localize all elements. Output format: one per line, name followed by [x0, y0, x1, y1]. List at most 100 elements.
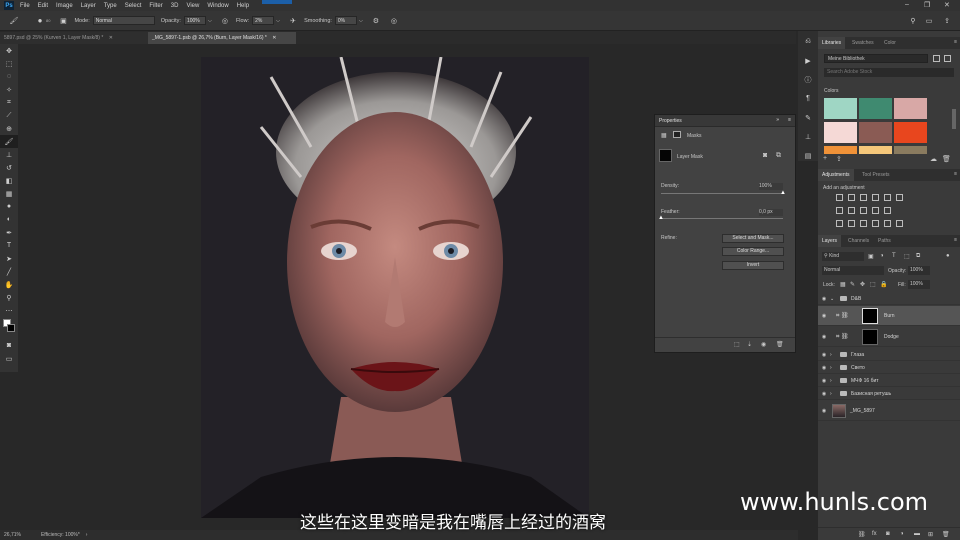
new-adjustment-icon[interactable]: ◑: [900, 531, 904, 537]
feather-input[interactable]: 0,0 px: [759, 209, 783, 216]
adjustment-preset-icon[interactable]: [836, 207, 843, 214]
layer-group-fs[interactable]: ◉ › МЧФ 16 бит: [818, 375, 960, 387]
layer-dodge[interactable]: ◉ ⌗ ⛓ Dodge: [818, 327, 960, 347]
filter-shape-icon[interactable]: ⬚: [904, 253, 910, 260]
eye-icon[interactable]: ◉: [818, 378, 830, 384]
filter-pixel-icon[interactable]: ▣: [868, 253, 874, 260]
brush-settings-icon[interactable]: ✎: [798, 111, 818, 124]
filter-adjustment-icon[interactable]: ◑: [880, 253, 884, 259]
libraries-scrollbar[interactable]: [952, 109, 956, 129]
eye-icon[interactable]: ◉: [818, 313, 830, 319]
brush-preset-icon[interactable]: ●: [34, 16, 46, 25]
edit-toolbar-icon[interactable]: ⋯: [0, 304, 18, 317]
tab-layers[interactable]: Layers: [818, 235, 842, 247]
panel-menu-icon[interactable]: ≡: [788, 117, 791, 123]
mode-select[interactable]: Normal: [92, 16, 155, 25]
path-selection-tool-icon[interactable]: ➤: [0, 252, 18, 265]
adjustment-preset-icon[interactable]: [860, 194, 867, 201]
search-icon[interactable]: ⚲: [908, 17, 918, 25]
feather-slider-handle[interactable]: ▲: [658, 215, 664, 221]
layer-group-db[interactable]: ◉ ⌄ D&B: [818, 293, 960, 305]
eye-icon[interactable]: ◉: [818, 352, 830, 358]
magic-wand-tool-icon[interactable]: ✧: [0, 83, 18, 96]
adjustment-preset-icon[interactable]: [896, 194, 903, 201]
menu-view[interactable]: View: [186, 3, 199, 9]
color-swatch[interactable]: [859, 98, 892, 119]
menu-layer[interactable]: Layer: [81, 3, 96, 9]
mask-pixel-icon[interactable]: ▦: [661, 132, 667, 139]
tab-color[interactable]: Color: [880, 37, 900, 49]
info-icon[interactable]: ⓘ: [798, 73, 818, 86]
adjustment-preset-icon[interactable]: [848, 207, 855, 214]
screen-mode-icon[interactable]: ▭: [0, 352, 18, 365]
color-swatch[interactable]: [824, 122, 857, 143]
filter-toggle-icon[interactable]: ●: [946, 253, 950, 259]
menu-edit[interactable]: Edit: [38, 3, 48, 9]
brush-tool-icon[interactable]: 🖌: [8, 17, 20, 25]
status-menu-icon[interactable]: ›: [86, 532, 88, 538]
list-view-icon[interactable]: [944, 55, 951, 62]
eraser-tool-icon[interactable]: ◧: [0, 174, 18, 187]
adjustment-preset-icon[interactable]: [896, 220, 903, 227]
layers-menu-icon[interactable]: ≡: [954, 237, 957, 243]
adjustment-preset-icon[interactable]: [872, 220, 879, 227]
invert-button[interactable]: Invert: [722, 261, 784, 270]
apply-mask-icon[interactable]: ◙: [763, 152, 767, 159]
adjustment-preset-icon[interactable]: [860, 220, 867, 227]
gear-icon[interactable]: ⚙: [371, 17, 381, 25]
lock-artboard-icon[interactable]: ⬚: [870, 281, 876, 288]
opacity-input[interactable]: 100%: [183, 16, 206, 25]
library-trash-icon[interactable]: 🗑: [942, 155, 951, 163]
tab-swatches[interactable]: Swatches: [848, 37, 878, 49]
layer-opacity-input[interactable]: 100%: [908, 266, 930, 275]
lasso-tool-icon[interactable]: ◌: [0, 70, 18, 83]
tab-close-icon[interactable]: ✕: [109, 35, 113, 41]
smoothing-dropdown-icon[interactable]: ⌵: [357, 18, 365, 24]
chevron-right-icon[interactable]: ›: [830, 391, 838, 397]
layer-background-image[interactable]: ◉ _MG_5897: [818, 401, 960, 421]
opacity-dropdown-icon[interactable]: ⌵: [206, 18, 214, 24]
tab-paths[interactable]: Paths: [874, 235, 895, 247]
add-vector-mask-icon[interactable]: ⧉: [776, 152, 781, 160]
load-selection-icon[interactable]: ⬚: [734, 341, 740, 348]
close-icon[interactable]: ✕: [944, 1, 950, 9]
crop-tool-icon[interactable]: ⌗: [0, 96, 18, 109]
lock-all-icon[interactable]: 🔒: [880, 281, 887, 288]
menu-image[interactable]: Image: [56, 3, 73, 9]
menu-select[interactable]: Select: [125, 3, 142, 9]
color-swatches-icon[interactable]: [0, 317, 18, 339]
adjustment-preset-icon[interactable]: [836, 220, 843, 227]
filter-type-icon[interactable]: T: [892, 253, 896, 259]
brush-panel-icon[interactable]: ▣: [58, 17, 68, 25]
new-group-icon[interactable]: ▬: [914, 531, 920, 537]
history-icon[interactable]: ⎌: [798, 35, 818, 48]
blur-tool-icon[interactable]: ●: [0, 200, 18, 213]
adjustment-preset-icon[interactable]: [884, 207, 891, 214]
share-icon[interactable]: ⇪: [942, 17, 952, 25]
adjustment-preset-icon[interactable]: [884, 220, 891, 227]
workspace-icon[interactable]: ▭: [924, 17, 934, 25]
color-swatch[interactable]: [894, 98, 927, 119]
brush-tool-icon[interactable]: 🖌: [0, 135, 18, 148]
tab-close-icon[interactable]: ✕: [272, 35, 276, 41]
density-input[interactable]: 100%: [759, 183, 783, 190]
tab-libraries[interactable]: Libraries: [818, 37, 846, 49]
tab-adjustments[interactable]: Adjustments: [818, 169, 854, 181]
eyedropper-tool-icon[interactable]: ⟋: [0, 109, 18, 122]
marquee-tool-icon[interactable]: ⬚: [0, 57, 18, 70]
add-icon[interactable]: +: [823, 155, 827, 162]
color-range-button[interactable]: Color Range...: [722, 247, 784, 256]
tab-tool-presets[interactable]: Tool Presets: [858, 169, 894, 181]
layer-filter-select[interactable]: ⚲ Kind: [822, 252, 864, 261]
tab-channels[interactable]: Channels: [844, 235, 873, 247]
minimize-icon[interactable]: –: [905, 1, 909, 8]
new-layer-icon[interactable]: ⊞: [928, 531, 933, 538]
eye-icon[interactable]: ◉: [818, 334, 830, 340]
adjustment-preset-icon[interactable]: [884, 194, 891, 201]
lock-paint-icon[interactable]: ✎: [850, 281, 855, 288]
layer-group-light[interactable]: ◉ › Свето: [818, 362, 960, 374]
chevron-right-icon[interactable]: ›: [830, 378, 838, 384]
density-slider[interactable]: [661, 193, 783, 194]
collapse-icon[interactable]: »: [776, 117, 779, 123]
clone-stamp-tool-icon[interactable]: ⊥: [0, 148, 18, 161]
